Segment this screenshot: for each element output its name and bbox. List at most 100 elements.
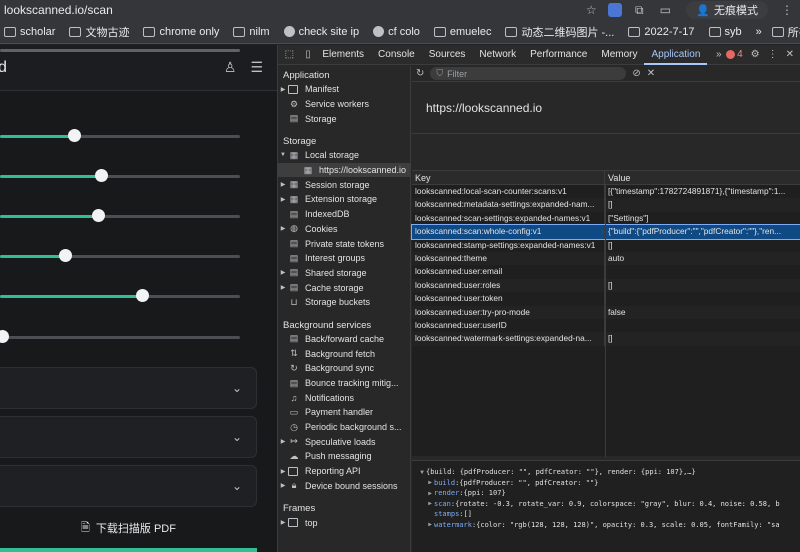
sidebar-item-local-storage[interactable]: ▼ ▦ Local storage — [278, 148, 410, 163]
expand-arrow-icon[interactable]: ▶ — [278, 269, 288, 276]
sidebar-item-frame-top[interactable]: ▶ top — [278, 515, 410, 530]
site-logo[interactable]: d — [0, 59, 224, 77]
sidebar-item-reporting-api[interactable]: ▶ Reporting API — [278, 464, 410, 479]
preview-root[interactable]: ▼ {build: {pdfProducer: "", pdfCreator: "… — [412, 467, 800, 478]
sidebar-item-device-bound-sessions[interactable]: ▶ 🔒︎ Device bound sessions — [278, 479, 410, 494]
sidebar-item-storage-buckets[interactable]: ⊔ Storage buckets — [278, 295, 410, 310]
tab-memory[interactable]: Memory — [594, 45, 644, 65]
refresh-icon[interactable]: ↻ — [416, 68, 424, 79]
download-pdf-button[interactable]: 🗎 下载扫描版 PDF — [0, 510, 257, 546]
table-row[interactable]: lookscanned:watermark-settings:expanded-… — [412, 332, 800, 346]
bookmark-syb[interactable]: syb — [708, 26, 742, 38]
filter-input[interactable]: ⛉ Filter — [430, 67, 627, 80]
key-cell[interactable]: lookscanned:stamp-settings:expanded-name… — [412, 238, 605, 252]
expand-arrow-icon[interactable]: ▶ — [278, 284, 288, 291]
sidebar-item-cookies[interactable]: ▶ ◍ Cookies — [278, 222, 410, 237]
table-row[interactable]: lookscanned:scan-settings:expanded-names… — [412, 211, 800, 226]
sidebar-item-speculative-loads[interactable]: ▶ ↦ Speculative loads — [278, 434, 410, 449]
tab-sources[interactable]: Sources — [422, 45, 473, 65]
sidebar-item-periodic-background-sync[interactable]: ◷ Periodic background s... — [278, 420, 410, 435]
table-row[interactable]: lookscanned:scan:whole-config:v1 {"build"… — [411, 224, 800, 240]
settings-gear-icon[interactable]: ⚙ — [751, 49, 760, 60]
sidebar-item-bounce-tracking[interactable]: ▤ Bounce tracking mitig... — [278, 376, 410, 391]
key-cell[interactable]: lookscanned:local-scan-counter:scans:v1 — [412, 185, 605, 199]
value-cell[interactable]: ["Settings"] — [605, 212, 800, 225]
expand-arrow-icon[interactable]: ▶ — [426, 479, 434, 486]
value-cell[interactable]: auto — [605, 252, 800, 265]
value-cell[interactable]: {"build":{"pdfProducer":"","pdfCreator":… — [605, 225, 800, 238]
extension-icon[interactable] — [608, 3, 623, 17]
key-cell[interactable]: lookscanned:user:try-pro-mode — [412, 305, 605, 319]
value-cell[interactable] — [605, 265, 800, 278]
preview-stamps[interactable]: stamps: [] — [412, 509, 800, 520]
hamburger-menu-icon[interactable]: ☰ — [250, 59, 263, 76]
sidebar-item-interest-groups[interactable]: ▤ Interest groups — [278, 251, 410, 266]
expand-arrow-icon[interactable]: ▶ — [278, 438, 288, 445]
inspect-element-icon[interactable]: ⬚ — [282, 49, 297, 60]
sidebar-item-session-storage[interactable]: ▶ ▦ Session storage — [278, 177, 410, 192]
bookmark-wenwu[interactable]: 文物古迹 — [69, 24, 129, 40]
sidebar-item-shared-storage[interactable]: ▶ ▤ Shared storage — [278, 266, 410, 281]
value-cell[interactable] — [605, 319, 800, 332]
all-bookmarks[interactable]: 所有书签 — [771, 24, 800, 40]
expand-arrow-icon[interactable]: ▶ — [278, 196, 288, 203]
preview-watermark[interactable]: ▶ watermark: {color: "rgb(128, 128, 128)"… — [412, 520, 800, 531]
bookmark-check-site-ip[interactable]: check site ip — [283, 26, 359, 38]
bookmark-cf-colo[interactable]: cf colo — [373, 26, 420, 38]
slider-1[interactable] — [0, 129, 240, 142]
device-toolbar-icon[interactable]: ▯ — [301, 49, 316, 60]
expand-arrow-icon[interactable]: ▶ — [278, 86, 288, 93]
table-row[interactable]: lookscanned:stamp-settings:expanded-name… — [412, 238, 800, 252]
sidebar-item-background-sync[interactable]: ↻ Background sync — [278, 361, 410, 376]
preview-render[interactable]: ▶ render: {ppi: 107} — [412, 488, 800, 499]
slider-thumb[interactable] — [0, 330, 9, 343]
key-cell[interactable]: lookscanned:watermark-settings:expanded-… — [412, 332, 605, 346]
tab-performance[interactable]: Performance — [523, 45, 594, 65]
expand-arrow-icon[interactable]: ▶ — [278, 482, 288, 489]
table-row[interactable]: lookscanned:metadata-settings:expanded-n… — [412, 198, 800, 212]
value-cell[interactable]: [] — [605, 332, 800, 345]
sidebar-item-lookscanned-origin[interactable]: ▦ https://lookscanned.io — [278, 162, 410, 178]
bookmark-nilm[interactable]: nilm — [233, 26, 270, 38]
slider-5[interactable] — [0, 289, 240, 302]
sidebar-item-background-fetch[interactable]: ⇅ Background fetch — [278, 346, 410, 361]
slider-thumb[interactable] — [95, 169, 108, 182]
value-cell[interactable]: [] — [605, 239, 800, 252]
column-key-header[interactable]: Key — [412, 171, 605, 184]
key-cell[interactable]: lookscanned:user:userID — [412, 318, 605, 333]
collapsible-panel-1[interactable]: ⌄ — [0, 367, 257, 409]
value-cell[interactable]: false — [605, 306, 800, 319]
key-cell[interactable]: lookscanned:user:roles — [412, 278, 605, 293]
sidebar-item-manifest[interactable]: ▶ Manifest — [278, 82, 410, 97]
table-row[interactable]: lookscanned:user:try-pro-mode false — [412, 305, 800, 319]
puzzle-icon[interactable]: ⧉ — [630, 1, 648, 19]
table-row[interactable]: lookscanned:local-scan-counter:scans:v1[… — [412, 185, 800, 199]
key-cell[interactable]: lookscanned:scan:whole-config:v1 — [412, 225, 605, 239]
preview-build[interactable]: ▶ build: {pdfProducer: "", pdfCreator: ""… — [412, 478, 800, 489]
key-cell[interactable]: lookscanned:theme — [412, 251, 605, 266]
bookmark-qrcode[interactable]: 动态二维码图片 -... — [505, 24, 614, 40]
collapse-arrow-icon[interactable]: ▼ — [418, 469, 426, 476]
slider-6[interactable] — [0, 330, 240, 343]
table-row[interactable]: lookscanned:user:roles[] — [412, 278, 800, 293]
user-icon[interactable]: ♙ — [224, 59, 237, 76]
sidebar-item-notifications[interactable]: ♫ Notifications — [278, 390, 410, 405]
sidebar-item-storage[interactable]: ▤ Storage — [278, 111, 410, 126]
expand-arrow-icon[interactable]: ▶ — [278, 181, 288, 188]
sidebar-item-service-workers[interactable]: ⚙ Service workers — [278, 97, 410, 112]
bookmark-chrome-only[interactable]: chrome only — [143, 26, 219, 38]
sidebar-item-private-state-tokens[interactable]: ▤ Private state tokens — [278, 236, 410, 251]
key-cell[interactable]: lookscanned:metadata-settings:expanded-n… — [412, 198, 605, 212]
clear-all-icon[interactable]: ⊘ — [632, 68, 640, 79]
collapsible-panel-2[interactable]: ⌄ — [0, 416, 257, 458]
sidebar-item-indexeddb[interactable]: ▤ IndexedDB — [278, 207, 410, 222]
collapse-arrow-icon[interactable]: ▼ — [278, 152, 288, 158]
value-cell[interactable]: [] — [605, 198, 800, 211]
sidebar-item-cache-storage[interactable]: ▶ ▤ Cache storage — [278, 280, 410, 295]
expand-arrow-icon[interactable]: ▶ — [426, 500, 434, 507]
sidebar-icon[interactable]: ▭ — [656, 1, 674, 19]
expand-arrow-icon[interactable]: ▶ — [426, 521, 434, 528]
more-options-icon[interactable]: ⋮ — [768, 49, 778, 60]
slider-4[interactable] — [0, 249, 240, 262]
value-cell[interactable]: [] — [605, 279, 800, 292]
